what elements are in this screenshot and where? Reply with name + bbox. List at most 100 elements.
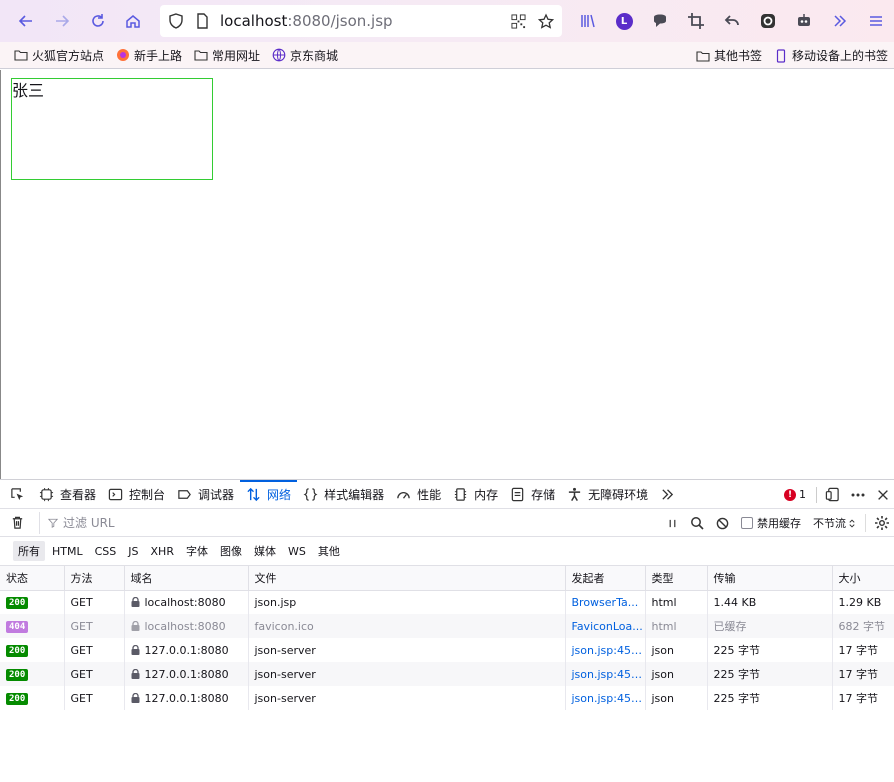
type-cell: html <box>645 590 708 614</box>
overflow-button[interactable] <box>826 7 854 35</box>
search-button[interactable] <box>690 516 704 530</box>
domain-text: 127.0.0.1:8080 <box>144 691 229 705</box>
folder-icon <box>696 50 710 62</box>
page-info-icon[interactable] <box>194 13 210 29</box>
performance-icon <box>397 491 410 499</box>
column-header-file[interactable]: 文件 <box>248 566 566 591</box>
initiator-cell[interactable]: json.jsp:45 ... <box>565 638 646 662</box>
tab-storage[interactable]: 存储 <box>504 480 561 509</box>
size-cell: 17 字节 <box>832 662 894 686</box>
lock-icon <box>131 668 139 679</box>
type-filter-images[interactable]: 图像 <box>215 541 247 561</box>
tab-console[interactable]: 控制台 <box>102 480 171 509</box>
responsive-design-button[interactable] <box>825 487 840 502</box>
pause-recording-button[interactable] <box>667 518 678 529</box>
back-button[interactable] <box>12 7 40 35</box>
tab-label: 样式编辑器 <box>324 487 385 502</box>
tab-inspector[interactable]: 查看器 <box>33 480 102 509</box>
column-header-type[interactable]: 类型 <box>645 566 708 591</box>
bookmark-item[interactable]: 移动设备上的书签 <box>774 47 888 64</box>
type-cell: json <box>645 638 708 662</box>
tab-accessibility[interactable]: 无障碍环境 <box>561 480 654 509</box>
clear-requests-button[interactable] <box>10 515 25 530</box>
chat-button[interactable] <box>646 7 674 35</box>
menu-button[interactable] <box>862 7 890 35</box>
forward-button[interactable] <box>48 7 76 35</box>
close-devtools-button[interactable] <box>876 488 890 502</box>
bookmark-item[interactable]: 新手上路 <box>116 47 182 64</box>
url-text[interactable]: localhost:8080/json.jsp <box>220 12 393 30</box>
memory-icon <box>454 487 467 501</box>
table-row[interactable]: 200 GET 127.0.0.1:8080 json-server json.… <box>0 662 894 686</box>
type-filter-other[interactable]: 其他 <box>313 541 345 561</box>
responsive-mode-icon <box>825 487 839 502</box>
table-row[interactable]: 200 GET 127.0.0.1:8080 json-server json.… <box>0 638 894 662</box>
type-filter-fonts[interactable]: 字体 <box>181 541 213 561</box>
transfer-cell: 225 字节 <box>707 686 833 710</box>
more-options-button[interactable] <box>850 487 866 503</box>
type-filter-media[interactable]: 媒体 <box>249 541 281 561</box>
column-header-method[interactable]: 方法 <box>64 566 125 591</box>
status-cell: 200 <box>0 662 65 686</box>
type-filter-js[interactable]: JS <box>123 543 143 560</box>
tab-performance[interactable]: 性能 <box>390 480 447 509</box>
column-header-domain[interactable]: 域名 <box>124 566 249 591</box>
type-filter-xhr[interactable]: XHR <box>146 543 179 560</box>
tab-label: 查看器 <box>60 487 97 502</box>
url-bar[interactable]: localhost:8080/json.jsp <box>160 5 562 37</box>
library-button[interactable] <box>574 7 602 35</box>
bookmark-item[interactable]: 其他书签 <box>696 47 762 64</box>
column-header-size[interactable]: 大小 <box>832 566 894 591</box>
column-header-initiator[interactable]: 发起者 <box>565 566 646 591</box>
initiator-cell[interactable]: FaviconLoa... <box>565 614 646 638</box>
disable-cache-toggle[interactable]: 禁用缓存 <box>741 515 801 531</box>
network-settings-button[interactable] <box>874 515 890 531</box>
tab-label: 性能 <box>417 487 442 502</box>
disable-cache-checkbox[interactable] <box>741 517 753 529</box>
file-cell: json.jsp <box>248 590 566 614</box>
type-filter-all[interactable]: 所有 <box>13 541 45 561</box>
devtools-tabbar: 查看器 控制台 调试器 网络 样式编辑器 性能 内存 存储 无障碍环境 ! 1 <box>0 479 894 509</box>
type-filter-ws[interactable]: WS <box>283 543 311 560</box>
undo-button[interactable] <box>718 7 746 35</box>
table-row[interactable]: 200 GET localhost:8080 json.jsp BrowserT… <box>0 590 894 614</box>
tabs-overflow-button[interactable] <box>654 480 687 509</box>
bookmark-item[interactable]: 京东商城 <box>272 47 338 64</box>
robot-button[interactable] <box>790 7 818 35</box>
tab-style-editor[interactable]: 样式编辑器 <box>297 480 390 509</box>
account-button[interactable]: L <box>610 7 638 35</box>
error-count-badge[interactable]: ! 1 <box>784 488 806 501</box>
status-badge: 404 <box>6 621 29 633</box>
qr-code-icon[interactable] <box>510 13 526 29</box>
pick-element-button[interactable] <box>6 480 33 509</box>
bookmark-item[interactable]: 火狐官方站点 <box>14 47 104 64</box>
throttle-label: 不节流 <box>813 517 846 530</box>
bookmark-star-icon[interactable] <box>538 12 554 29</box>
bookmark-item[interactable]: 常用网址 <box>194 47 260 64</box>
domain-cell: 127.0.0.1:8080 <box>124 662 249 686</box>
crop-button[interactable] <box>682 7 710 35</box>
bookmark-label: 移动设备上的书签 <box>791 49 888 63</box>
home-button[interactable] <box>119 7 147 35</box>
devtools-right-controls: ! 1 <box>784 480 890 509</box>
type-filter-html[interactable]: HTML <box>47 543 88 560</box>
initiator-cell[interactable]: json.jsp:45 ... <box>565 686 646 710</box>
column-header-transfer[interactable]: 传输 <box>707 566 833 591</box>
filter-url-input[interactable]: 过滤 URL <box>39 511 629 534</box>
extension-button[interactable] <box>754 7 782 35</box>
tab-memory[interactable]: 内存 <box>447 480 504 509</box>
throttle-select[interactable]: 不节流 <box>813 515 855 531</box>
tab-network[interactable]: 网络 <box>240 479 298 509</box>
table-row[interactable]: 404 GET localhost:8080 favicon.ico Favic… <box>0 614 894 638</box>
column-header-status[interactable]: 状态 <box>0 566 65 591</box>
back-arrow-icon <box>18 15 32 27</box>
block-requests-button[interactable] <box>716 517 729 530</box>
initiator-cell[interactable]: json.jsp:45 ... <box>565 662 646 686</box>
type-filter-css[interactable]: CSS <box>90 543 122 560</box>
shield-icon[interactable] <box>168 13 184 29</box>
table-row[interactable]: 200 GET 127.0.0.1:8080 json-server json.… <box>0 686 894 710</box>
tab-debugger[interactable]: 调试器 <box>171 480 240 509</box>
initiator-cell[interactable]: BrowserTa... <box>565 590 646 614</box>
reload-button[interactable] <box>84 7 112 35</box>
chat-bubble-icon <box>654 14 666 27</box>
